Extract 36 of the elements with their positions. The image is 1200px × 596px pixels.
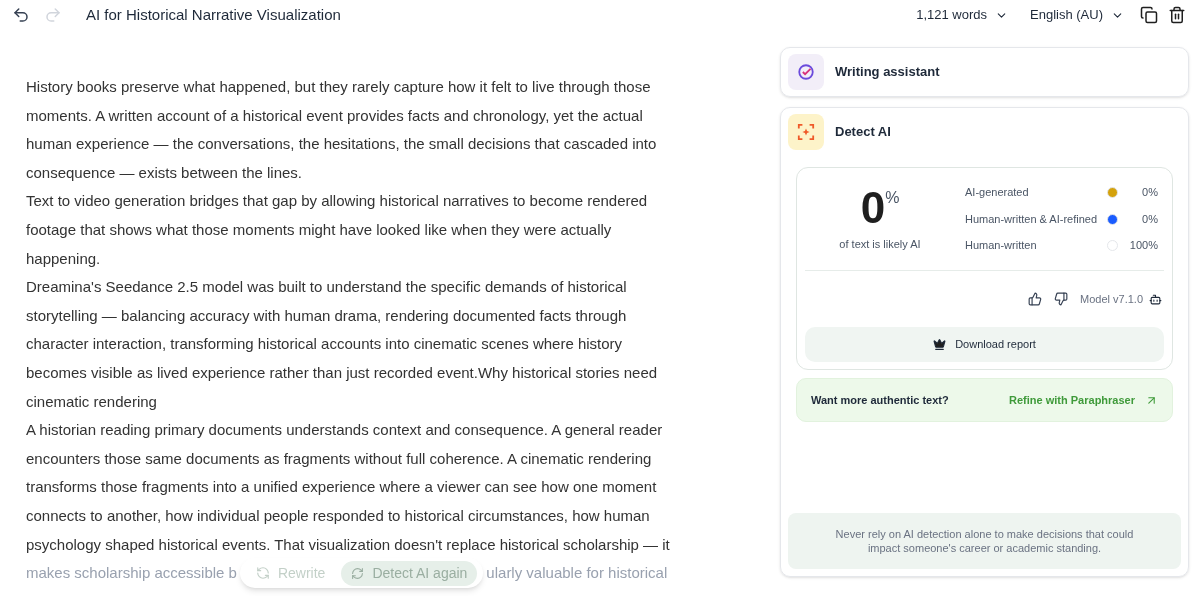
copy-icon[interactable]: [1140, 6, 1158, 24]
delete-icon[interactable]: [1168, 6, 1186, 24]
breakdown-value: 0%: [1141, 211, 1158, 227]
scan-icon: [788, 114, 824, 150]
robot-icon: [1149, 292, 1162, 306]
breakdown-label: Human-written & AI-refined: [965, 211, 1099, 227]
refresh-icon: [351, 566, 365, 580]
score-unit: %: [885, 187, 900, 208]
score-caption: of text is likely AI: [839, 236, 921, 252]
breakdown-label: Human-written: [965, 238, 1038, 254]
writing-assistant-card[interactable]: Writing assistant: [780, 47, 1189, 97]
paragraph: A historian reading primary documents understands context and consequence. A general reader encounters those same documents as fragments without full coherence. A cinematic rendering transforms those fragments into a unified experience where a viewer can see how one moment connects to another, how individual people responded to historical circumstances, how human psychology shaped historical events. That visualization doesn't replace historical scholarship — it: [26, 420, 670, 555]
crown-icon: [933, 338, 947, 351]
rewrite-icon: [255, 566, 270, 581]
breakdown-value: 0%: [1141, 185, 1158, 201]
thumbs-up-icon[interactable]: [1028, 292, 1042, 306]
thumbs-down-icon[interactable]: [1054, 292, 1068, 306]
breakdown-label: AI-generated: [965, 185, 1030, 201]
breakdown-value: 100%: [1128, 238, 1158, 254]
download-report-button[interactable]: Download report: [805, 327, 1164, 362]
score-value: 0: [860, 185, 886, 230]
undo-icon[interactable]: [12, 6, 30, 24]
paragraph: History books preserve what happened, but they rarely capture how it felt to live through those moments. A written account of a historical event provides facts and chronology, yet the actual human experience — the conversations, the hesitations, the small decisions that cascaded into consequence — exists between the lines.: [26, 77, 657, 183]
faded-text: ularly valuable for historical: [486, 563, 668, 584]
model-version: Model v7.1.0: [1080, 291, 1143, 307]
check-icon: [788, 54, 824, 90]
faded-text: makes scholarship accessible b: [26, 563, 237, 584]
language-dropdown[interactable]: English (AU): [1030, 5, 1124, 25]
paragraph: Dreamina's Seedance 2.5 model was built to understand the specific demands of historical storytelling — balancing accuracy with human drama, rendering documented facts through character interaction, transforming historical accounts into cinematic scenes where history becomes visible as lived experience rather than just recorded event.Why historical stories need cinematic rendering: [26, 277, 658, 412]
disclaimer-text: Never rely on AI detection alone to make decisions that could impact someone's career or academic standing.: [834, 527, 1135, 555]
promo-text: Want more authentic text?: [811, 392, 949, 408]
word-count-dropdown[interactable]: 1,121 words: [916, 5, 1009, 25]
card-title: Detect AI: [835, 123, 891, 142]
paragraph: Text to video generation bridges that gap by allowing historical narratives to become rendered footage that shows what those moments might have looked like when they were actually happening.: [26, 191, 648, 269]
document-title: AI for Historical Narrative Visualization: [86, 4, 341, 25]
card-title: Writing assistant: [835, 63, 940, 82]
